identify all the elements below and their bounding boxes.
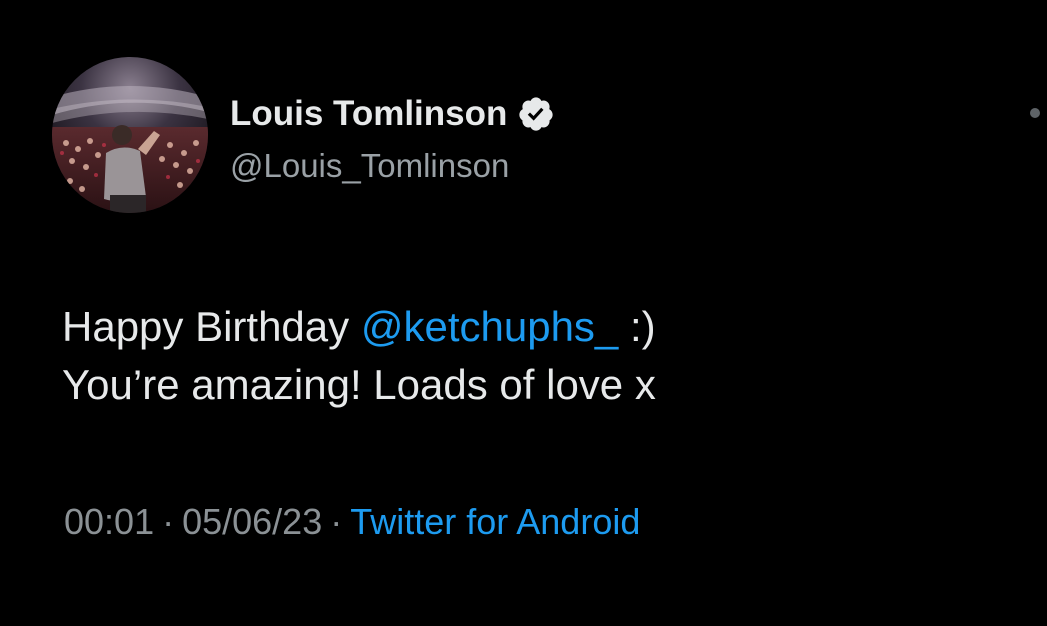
avatar-photo — [52, 57, 208, 213]
tweet-date[interactable]: 05/06/23 — [182, 501, 322, 542]
tweet-line-2: You’re amazing! Loads of love x — [62, 361, 656, 408]
tweet-metadata: 00:01 · 05/06/23 · Twitter for Android — [64, 497, 640, 547]
tweet-body: Happy Birthday @ketchuphs_ :) You’re ama… — [62, 298, 656, 414]
meta-separator: · — [162, 501, 175, 542]
tweet-time[interactable]: 00:01 — [64, 501, 154, 542]
author-name-row: Louis Tomlinson — [230, 92, 555, 136]
tweet-source-link[interactable]: Twitter for Android — [350, 501, 640, 542]
more-options-icon[interactable] — [1030, 108, 1040, 118]
meta-separator: · — [330, 501, 343, 542]
tweet-text-prefix: Happy Birthday — [62, 303, 361, 350]
author-block: Louis Tomlinson @Louis_Tomlinson — [230, 92, 555, 186]
mention-link[interactable]: @ketchuphs_ — [361, 303, 618, 350]
tweet-text-suffix: :) — [618, 303, 656, 350]
avatar[interactable] — [52, 57, 208, 213]
author-handle[interactable]: @Louis_Tomlinson — [230, 146, 555, 186]
tweet-card: Louis Tomlinson @Louis_Tomlinson Happy B… — [0, 0, 1047, 626]
author-display-name[interactable]: Louis Tomlinson — [230, 92, 507, 136]
verified-badge-icon — [517, 95, 555, 133]
tweet-line-1: Happy Birthday @ketchuphs_ :) — [62, 298, 656, 356]
